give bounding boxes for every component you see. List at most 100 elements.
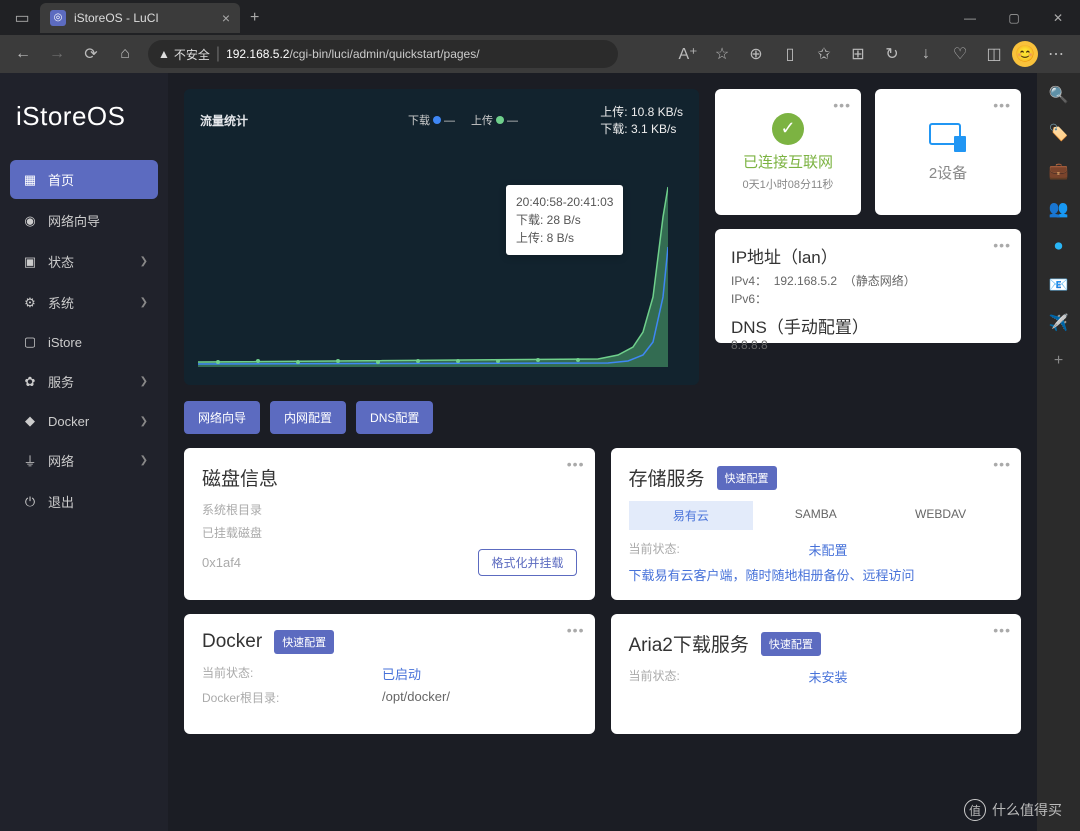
traffic-chart — [198, 177, 668, 367]
storage-note-link[interactable]: 下载易有云客户端，随时随地相册备份、远程访问 — [629, 565, 1004, 584]
card-menu-icon[interactable]: ••• — [993, 622, 1011, 638]
address-bar[interactable]: ▲ 不安全 | 192.168.5.2/cgi-bin/luci/admin/q… — [148, 40, 618, 68]
edge-icon-0[interactable]: 🔍 — [1045, 81, 1073, 109]
insecure-icon: ▲ 不安全 — [158, 46, 210, 63]
format-mount-button[interactable]: 格式化并挂载 — [478, 549, 576, 576]
storage-card: ••• 存储服务快速配置 易有云SAMBAWEBDAV 当前状态:未配置 下载易… — [611, 448, 1022, 600]
card-menu-icon[interactable]: ••• — [833, 97, 851, 113]
nav-item-5[interactable]: ✿服务❯ — [10, 362, 158, 401]
nav-item-0[interactable]: ▦首页 — [10, 160, 158, 199]
quick-button-0[interactable]: 网络向导 — [184, 401, 260, 434]
edge-icon-7[interactable]: + — [1045, 347, 1073, 375]
tab-title: iStoreOS - LuCI — [74, 11, 214, 25]
favorite-icon[interactable]: ☆ — [706, 38, 738, 70]
storage-tab-samba[interactable]: SAMBA — [753, 501, 878, 530]
downloads-icon[interactable]: ↓ — [910, 38, 942, 70]
card-menu-icon[interactable]: ••• — [993, 237, 1011, 253]
quick-button-1[interactable]: 内网配置 — [270, 401, 346, 434]
storage-title: 存储服务 — [629, 464, 705, 491]
edge-icon-4[interactable]: ⏺ — [1045, 233, 1073, 261]
docker-state: 已启动 — [382, 664, 421, 683]
chevron-right-icon: ❯ — [140, 256, 148, 267]
nav-icon: ⏚ — [22, 451, 38, 470]
storage-state: 未配置 — [809, 540, 848, 559]
screenshot-icon[interactable]: ◫ — [978, 38, 1010, 70]
card-menu-icon[interactable]: ••• — [567, 456, 585, 472]
window-maximize-button[interactable]: ▢ — [992, 0, 1036, 35]
tabs-overview-icon[interactable]: ▭ — [8, 4, 36, 32]
chevron-right-icon: ❯ — [140, 455, 148, 466]
sync-icon[interactable]: ↻ — [876, 38, 908, 70]
devices-card[interactable]: ••• 2设备 — [875, 89, 1021, 215]
card-menu-icon[interactable]: ••• — [567, 622, 585, 638]
nav-icon: ⚙ — [22, 295, 38, 311]
aria2-config-button[interactable]: 快速配置 — [761, 632, 821, 656]
refresh-button[interactable]: ⟳ — [76, 39, 106, 69]
tab-close-icon[interactable]: × — [222, 10, 230, 26]
dns-value: 8.8.8.8 — [731, 338, 1005, 352]
edge-sidebar: 🔍 🏷️ 💼 👥 ⏺ 📧 ✈️ + — [1037, 73, 1080, 831]
chevron-right-icon: ❯ — [140, 297, 148, 308]
nav-item-3[interactable]: ⚙系统❯ — [10, 283, 158, 322]
card-menu-icon[interactable]: ••• — [993, 97, 1011, 113]
chevron-right-icon: ❯ — [140, 416, 148, 427]
edge-icon-2[interactable]: 💼 — [1045, 157, 1073, 185]
logo: iStoreOS — [10, 83, 158, 160]
storage-config-button[interactable]: 快速配置 — [717, 466, 777, 490]
internet-status-card[interactable]: ••• ✓ 已连接互联网 0天1小时08分11秒 — [715, 89, 861, 215]
docker-config-button[interactable]: 快速配置 — [274, 630, 334, 654]
ip-address-card: ••• IP地址（lan） IPv4： 192.168.5.2 （静态网络） I… — [715, 229, 1021, 343]
ip-title: IP地址（lan） — [731, 243, 1005, 268]
nav-item-7[interactable]: ⏚网络❯ — [10, 441, 158, 480]
nav-icon: ✿ — [22, 374, 38, 390]
reader-icon[interactable]: ▯ — [774, 38, 806, 70]
disk-id: 0x1af4 — [202, 555, 241, 570]
left-nav: iStoreOS ▦首页◉网络向导▣状态❯⚙系统❯▢iStore✿服务❯◆Doc… — [0, 73, 168, 831]
nav-item-8[interactable]: ⏻退出 — [10, 482, 158, 521]
disk-card: ••• 磁盘信息 系统根目录 已挂载磁盘 0x1af4 格式化并挂载 — [184, 448, 595, 600]
read-aloud-icon[interactable]: A⁺ — [672, 38, 704, 70]
monitor-icon — [928, 122, 968, 154]
collections-icon[interactable]: ⊞ — [842, 38, 874, 70]
nav-item-6[interactable]: ◆Docker❯ — [10, 403, 158, 439]
internet-status: 已连接互联网 — [743, 151, 833, 172]
storage-tab-易有云[interactable]: 易有云 — [629, 501, 754, 530]
nav-item-4[interactable]: ▢iStore — [10, 324, 158, 360]
favorites-bar-icon[interactable]: ✩ — [808, 38, 840, 70]
disk-root-label: 系统根目录 — [202, 501, 577, 518]
docker-title: Docker — [202, 631, 262, 653]
nav-item-1[interactable]: ◉网络向导 — [10, 201, 158, 240]
traffic-title: 流量统计 — [200, 112, 248, 129]
quick-button-2[interactable]: DNS配置 — [356, 401, 433, 434]
nav-icon: ◉ — [22, 213, 38, 229]
home-button[interactable]: ⌂ — [110, 39, 140, 69]
window-minimize-button[interactable]: — — [948, 0, 992, 35]
more-icon[interactable]: ⋯ — [1040, 38, 1072, 70]
performance-icon[interactable]: ♡ — [944, 38, 976, 70]
url-path: /cgi-bin/luci/admin/quickstart/pages/ — [289, 47, 479, 61]
window-close-button[interactable]: ✕ — [1036, 0, 1080, 35]
watermark-icon: 值 — [964, 799, 986, 821]
aria2-state: 未安装 — [809, 667, 848, 686]
disk-mounted-label: 已挂载磁盘 — [202, 524, 577, 541]
storage-tab-webdav[interactable]: WEBDAV — [878, 501, 1003, 530]
upload-stat: 上传: 10.8 KB/s — [600, 103, 683, 120]
profile-avatar[interactable]: 😊 — [1012, 41, 1038, 67]
edge-icon-6[interactable]: ✈️ — [1045, 309, 1073, 337]
forward-button[interactable]: → — [42, 39, 72, 69]
browser-titlebar: ▭ ◎ iStoreOS - LuCI × + — ▢ ✕ — [0, 0, 1080, 35]
devices-count: 2设备 — [929, 162, 967, 183]
disk-title: 磁盘信息 — [202, 464, 577, 491]
check-icon: ✓ — [772, 113, 804, 145]
browser-tab[interactable]: ◎ iStoreOS - LuCI × — [40, 3, 240, 33]
edge-icon-3[interactable]: 👥 — [1045, 195, 1073, 223]
new-tab-button[interactable]: + — [240, 9, 269, 27]
edge-icon-1[interactable]: 🏷️ — [1045, 119, 1073, 147]
card-menu-icon[interactable]: ••• — [993, 456, 1011, 472]
nav-item-2[interactable]: ▣状态❯ — [10, 242, 158, 281]
nav-icon: ▢ — [22, 334, 38, 350]
back-button[interactable]: ← — [8, 39, 38, 69]
edge-icon-5[interactable]: 📧 — [1045, 271, 1073, 299]
main-content: 流量统计 下载— 上传— 上传: 10.8 KB/s 下载: 3.1 KB/s … — [168, 73, 1037, 831]
extension-icon[interactable]: ⊕ — [740, 38, 772, 70]
